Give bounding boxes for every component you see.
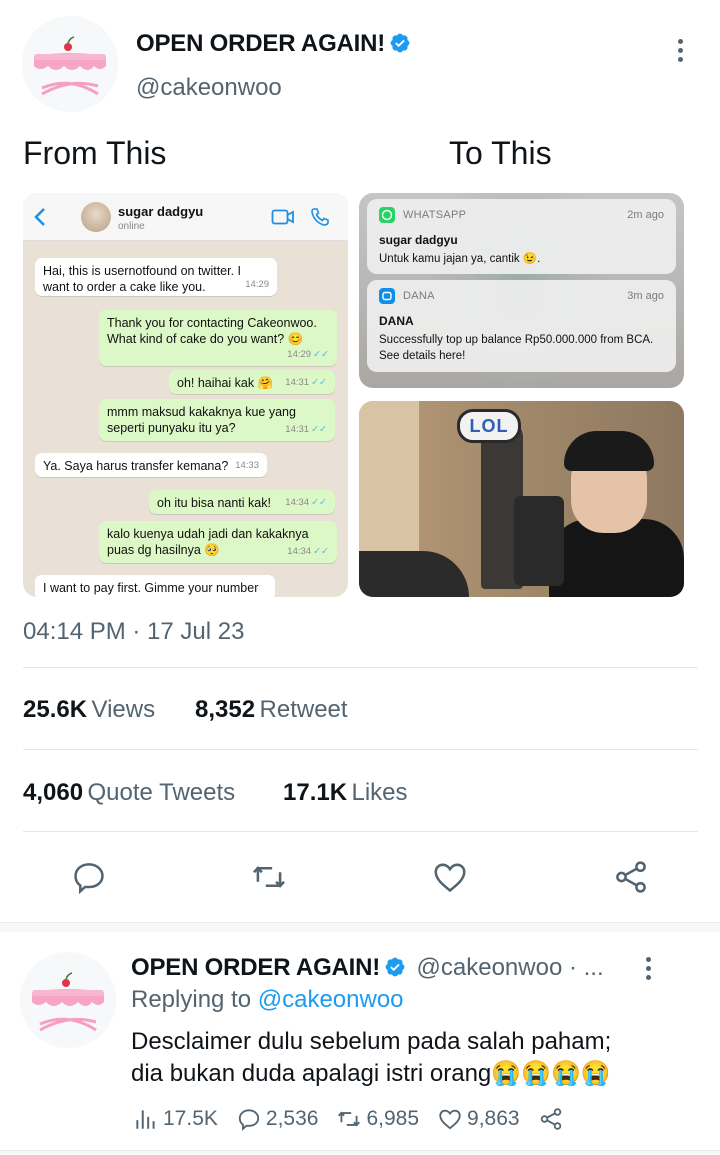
reply-icon xyxy=(74,863,104,895)
dana-icon xyxy=(379,288,395,304)
chat-message-out: oh! haihai kak 🤗 14:31 ✓✓ xyxy=(169,370,335,394)
chat-message-out: kalo kuenya udah jadi dan kakaknya puas … xyxy=(99,521,337,563)
verified-icon xyxy=(390,33,410,53)
reply-button[interactable] xyxy=(65,853,113,901)
chat-message-in: Hai, this is usernotfound on twitter. I … xyxy=(35,258,277,296)
like-button[interactable] xyxy=(426,853,474,901)
bottom-separator xyxy=(0,1150,720,1155)
replying-to: Replying to @cakeonwoo xyxy=(131,986,404,1013)
divider xyxy=(23,667,698,668)
notifications-screenshot[interactable]: WHATSAPP 2m ago sugar dadgyu Untuk kamu … xyxy=(359,193,684,388)
tweet-timestamp[interactable]: 04:14 PM · 17 Jul 23 xyxy=(23,618,244,646)
chat-message-out: mmm maksud kakaknya kue yang seperti pun… xyxy=(99,399,335,441)
chat-screenshot[interactable]: sugar dadgyu online Hai, this is usernot… xyxy=(23,193,348,597)
share-icon xyxy=(540,1108,561,1130)
photo-hair xyxy=(564,431,654,471)
divider xyxy=(23,831,698,832)
back-icon xyxy=(34,208,45,226)
label-from: From This xyxy=(23,135,167,171)
contact-status: online xyxy=(118,221,145,232)
more-icon[interactable] xyxy=(660,30,700,70)
reply-line-2: dia bukan duda apalagi istri orang😭😭😭😭 xyxy=(131,1060,611,1087)
reply-retweets[interactable]: 6,985 xyxy=(336,1106,419,1132)
notification-dana[interactable]: DANA 3m ago DANA Successfully top up bal… xyxy=(367,280,676,372)
chat-message-in: I want to pay first. Gimme your number xyxy=(35,575,275,597)
phone-icon xyxy=(311,208,329,226)
reply-handle[interactable]: @cakeonwoo · ... xyxy=(417,954,604,981)
reply-author-name[interactable]: OPEN ORDER AGAIN! xyxy=(131,954,380,981)
notification-app: WHATSAPP xyxy=(403,209,467,221)
share-button[interactable] xyxy=(607,853,655,901)
reply-replies[interactable]: 2,536 xyxy=(236,1106,318,1132)
chat-message-in: Ya. Saya harus transfer kemana? 14:33 xyxy=(35,453,267,477)
retweet-icon xyxy=(253,866,285,888)
divider xyxy=(23,749,698,750)
reply-stats-bar: 17.5K 2,536 6,985 9,863 xyxy=(133,1106,564,1132)
label-to: To This xyxy=(449,135,552,171)
notification-body: Untuk kamu jajan ya, cantik 😉. xyxy=(379,253,541,265)
chat-header: sugar dadgyu online xyxy=(23,193,348,241)
photo-phone xyxy=(514,496,564,586)
author-avatar[interactable] xyxy=(22,16,118,112)
author-name[interactable]: OPEN ORDER AGAIN! xyxy=(136,30,385,57)
replying-to-link[interactable]: @cakeonwoo xyxy=(258,986,404,1013)
chat-message-out: Thank you for contacting Cakeonwoo. What… xyxy=(99,310,337,366)
reply-author-avatar[interactable] xyxy=(20,952,116,1048)
notification-title: DANA xyxy=(379,314,414,328)
notification-body: Successfully top up balance Rp50.000.000… xyxy=(379,334,654,362)
reply-line-1: Desclaimer dulu sebelum pada salah paham… xyxy=(131,1028,612,1055)
retweet-icon xyxy=(338,1111,361,1127)
notification-time: 2m ago xyxy=(627,209,664,221)
reply-share[interactable] xyxy=(538,1106,564,1132)
reply-views[interactable]: 17.5K xyxy=(133,1106,218,1132)
like-icon xyxy=(439,1109,461,1130)
notification-whatsapp[interactable]: WHATSAPP 2m ago sugar dadgyu Untuk kamu … xyxy=(367,199,676,274)
retweet-stat[interactable]: 8,352 Retweet xyxy=(195,696,348,724)
like-icon xyxy=(434,863,466,893)
contact-avatar xyxy=(81,202,111,232)
author-handle[interactable]: @cakeonwoo xyxy=(136,74,282,102)
photo-chair xyxy=(359,551,469,597)
mirror-selfie-photo[interactable]: LOL xyxy=(359,401,684,597)
notification-time: 3m ago xyxy=(627,290,664,302)
whatsapp-icon xyxy=(379,207,395,223)
likes-stat[interactable]: 17.1K Likes xyxy=(283,779,408,807)
lol-sticker: LOL xyxy=(457,409,521,443)
views-icon xyxy=(136,1110,155,1129)
share-icon xyxy=(616,861,646,893)
section-separator xyxy=(0,922,720,932)
notification-title: sugar dadgyu xyxy=(379,233,458,247)
reply-more-icon[interactable] xyxy=(628,948,668,988)
video-call-icon xyxy=(271,209,294,225)
quote-tweets-stat[interactable]: 4,060 Quote Tweets xyxy=(23,779,235,807)
retweet-button[interactable] xyxy=(245,853,293,901)
reply-icon xyxy=(238,1109,260,1131)
contact-name: sugar dadgyu xyxy=(118,204,204,219)
notification-app: DANA xyxy=(403,290,435,302)
chat-message-out: oh itu bisa nanti kak! 14:34 ✓✓ xyxy=(149,490,335,514)
cake-logo-icon xyxy=(20,952,116,1048)
verified-icon xyxy=(385,957,405,977)
reply-likes[interactable]: 9,863 xyxy=(437,1106,520,1132)
views-stat[interactable]: 25.6K Views xyxy=(23,696,155,724)
cake-logo-icon xyxy=(22,16,118,112)
